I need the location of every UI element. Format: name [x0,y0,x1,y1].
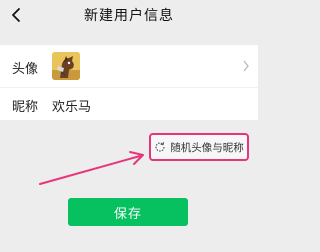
nickname-value[interactable]: 欢乐马 [52,96,91,115]
random-avatar-nickname-button[interactable]: 随机头像与昵称 [149,133,249,161]
avatar-row[interactable]: 头像 [0,45,258,87]
avatar[interactable] [52,52,80,80]
refresh-icon [155,142,165,152]
save-button-label: 保存 [113,206,142,222]
save-button[interactable]: 保存 [68,198,188,226]
avatar-label: 头像 [12,62,39,77]
nickname-row[interactable]: 昵称 欢乐马 [0,88,258,120]
top-nav-bar: 新建用户信息 [0,0,258,30]
page-title: 新建用户信息 [84,8,174,24]
avatar-image [52,52,80,80]
nickname-label: 昵称 [12,100,39,115]
chevron-right-icon [243,60,249,72]
random-button-label: 随机头像与昵称 [170,141,244,154]
